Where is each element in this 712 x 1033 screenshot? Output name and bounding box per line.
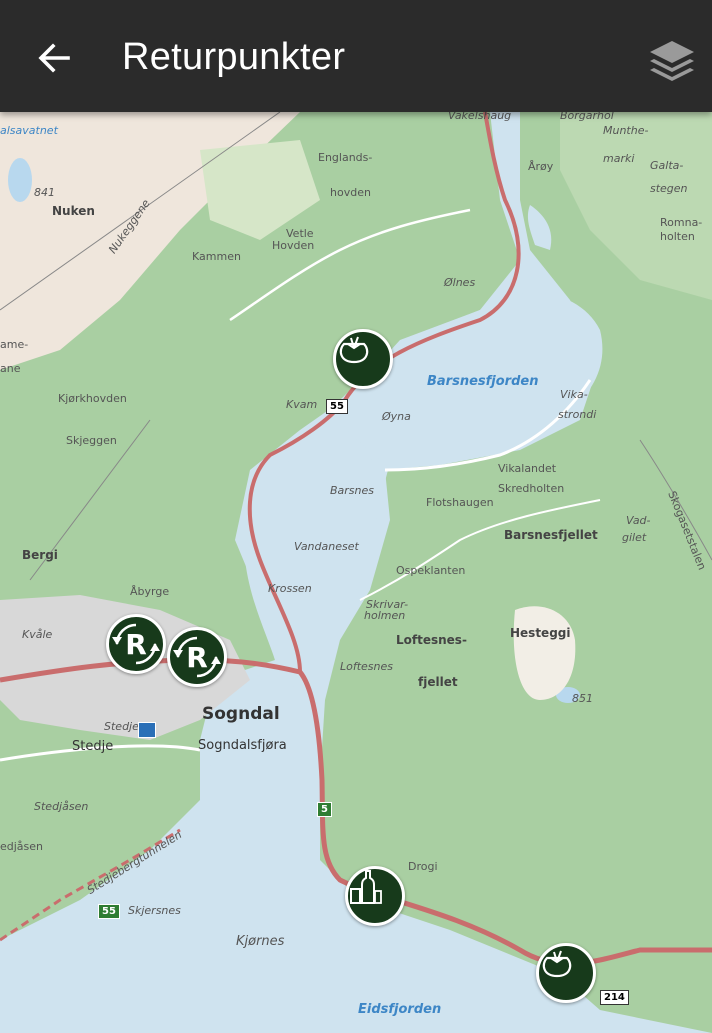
place-label: Munthe- bbox=[603, 124, 649, 137]
peak-label: Bergi bbox=[22, 548, 58, 562]
place-label: Hovden bbox=[272, 239, 315, 252]
place-label: holmen bbox=[364, 609, 406, 622]
place-label: Stedje bbox=[72, 739, 114, 754]
place-label: Stedje bbox=[104, 720, 139, 733]
place-label: edjåsen bbox=[0, 840, 44, 853]
place-label: Kammen bbox=[192, 250, 241, 263]
place-label: Borgarhol bbox=[560, 112, 614, 122]
bag-icon bbox=[542, 950, 572, 978]
peak-label: Hesteggi bbox=[510, 626, 571, 640]
place-label: Krossen bbox=[268, 582, 312, 595]
place-label: strondi bbox=[558, 408, 597, 421]
place-label: Øyna bbox=[382, 410, 411, 423]
place-label: Sogndalsfjøra bbox=[198, 738, 287, 753]
return-point-marker-bag[interactable] bbox=[333, 329, 393, 389]
app-bar: Returpunkter bbox=[0, 0, 712, 112]
place-label: Flotshaugen bbox=[426, 496, 494, 509]
back-button[interactable] bbox=[26, 30, 82, 86]
arrow-left-icon bbox=[38, 43, 70, 73]
place-label: Årøy bbox=[528, 160, 554, 173]
place-label: Skjersnes bbox=[128, 904, 181, 917]
place-label: Kjørnes bbox=[236, 934, 285, 949]
road-shield: 55 bbox=[326, 399, 348, 414]
fjord-label: Eidsfjorden bbox=[358, 1002, 442, 1017]
bottles-icon bbox=[350, 870, 382, 904]
place-label: Ølnes bbox=[444, 276, 476, 289]
place-label: marki bbox=[603, 152, 635, 165]
recycle-arrow-icon bbox=[173, 636, 221, 678]
page-title: Returpunkter bbox=[122, 36, 346, 78]
place-label: stegen bbox=[650, 182, 688, 195]
place-label: hovden bbox=[330, 186, 371, 199]
place-label: Barsnes bbox=[330, 484, 375, 497]
elevation-label: 841 bbox=[34, 186, 55, 199]
place-label: Vandaneset bbox=[294, 540, 359, 553]
return-point-marker-bag[interactable] bbox=[536, 943, 596, 1003]
place-label: Ospeklanten bbox=[396, 564, 466, 577]
layers-button[interactable] bbox=[640, 28, 704, 92]
peak-label: fjellet bbox=[418, 675, 458, 689]
layers-icon bbox=[650, 41, 694, 81]
recycle-arrow-icon bbox=[112, 623, 160, 665]
peak-label: Nuken bbox=[52, 204, 95, 218]
place-label: Stedjåsen bbox=[34, 800, 89, 813]
lake-label: alsavatnet bbox=[0, 124, 58, 137]
place-label: Kjørkhovden bbox=[58, 392, 127, 405]
place-label: ane bbox=[0, 362, 21, 375]
place-label: Vad- bbox=[626, 514, 651, 527]
place-label: ame- bbox=[0, 338, 29, 351]
place-label: Vakelshaug bbox=[448, 112, 512, 122]
return-point-marker-recycling[interactable]: R bbox=[106, 614, 166, 674]
peak-label: Loftesnes- bbox=[396, 633, 467, 647]
town-label: Sogndal bbox=[202, 704, 280, 724]
place-label: Skjeggen bbox=[66, 434, 117, 447]
road-shield: 214 bbox=[600, 990, 629, 1005]
peak-label: Barsnesfjellet bbox=[504, 528, 598, 542]
place-label: Galta- bbox=[650, 159, 684, 172]
place-label: Kvåle bbox=[22, 628, 53, 641]
place-label: Loftesnes bbox=[340, 660, 394, 673]
place-label: holten bbox=[660, 230, 695, 243]
fjord-label: Barsnesfjorden bbox=[427, 374, 539, 389]
map-view[interactable]: Vakelshaug Borgarhol Munthe- marki Galta… bbox=[0, 112, 712, 1033]
place-label: Kvam bbox=[286, 398, 318, 411]
elevation-label: 851 bbox=[572, 692, 593, 705]
bag-icon bbox=[339, 336, 369, 364]
place-label: Vika- bbox=[560, 388, 588, 401]
place-label: Skredholten bbox=[498, 482, 565, 495]
return-point-marker-recycling[interactable]: R bbox=[167, 627, 227, 687]
place-label: Englands- bbox=[318, 151, 373, 164]
place-label: Romna- bbox=[660, 216, 703, 229]
road-shield: 5 bbox=[317, 802, 332, 817]
place-label: Åbyrge bbox=[130, 585, 170, 598]
place-label: Drogi bbox=[408, 860, 438, 873]
road-shield: 55 bbox=[98, 904, 120, 919]
place-label: gilet bbox=[622, 531, 647, 544]
school-icon bbox=[138, 722, 156, 738]
return-point-marker-bottles[interactable] bbox=[345, 866, 405, 926]
place-label: Vikalandet bbox=[498, 462, 557, 475]
